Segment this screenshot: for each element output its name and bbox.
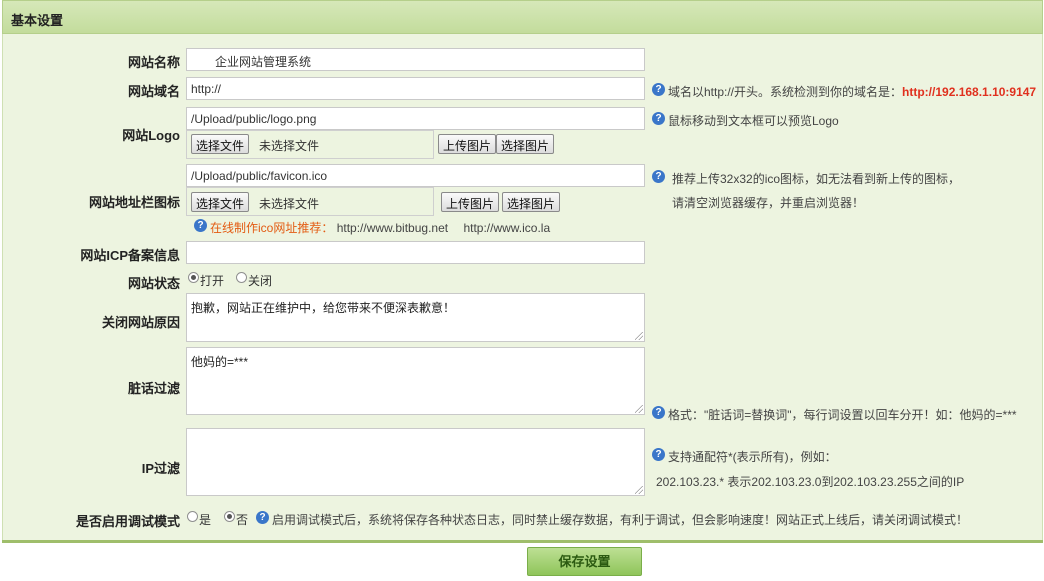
site-domain-input[interactable]: http:// [186,77,645,100]
favicon-choose-file-button[interactable]: 选择文件 [191,192,250,212]
bad-words-label: 脏话过滤 [127,381,180,396]
logo-upload-button[interactable]: 上传图片 [438,134,497,154]
help-icon: ? [194,219,207,232]
ip-filter-textarea[interactable] [186,428,645,496]
logo-label: 网站Logo [122,128,180,143]
help-icon: ? [652,448,665,461]
debug-no-radio[interactable] [224,511,235,522]
ico-link-bitbug[interactable]: http://www.bitbug.net [337,221,448,235]
debug-no-label: 否 [236,513,249,527]
bad-words-text: 他妈的=*** [191,355,249,369]
favicon-upload-button[interactable]: 上传图片 [441,192,500,212]
debug-yes-label: 是 [199,513,212,527]
ip-tip-line1: 支持通配符*(表示所有)，例如： [668,450,837,464]
favicon-tip-line1: 推荐上传32x32的ico图标，如无法看到新上传的图标， [672,172,961,186]
help-icon: ? [652,170,665,183]
resize-handle[interactable] [635,405,643,413]
icp-input[interactable] [186,241,645,264]
status-label: 网站状态 [127,276,180,291]
domain-tip: 域名以http://开头。系统检测到你的域名是：http://192.168.1… [668,83,1036,100]
debug-yes-radio[interactable] [187,511,198,522]
favicon-no-file-text: 未选择文件 [259,197,320,211]
status-closed-radio[interactable] [236,272,247,283]
detected-domain: http://192.168.1.10:9147 [902,85,1037,99]
logo-select-button[interactable]: 选择图片 [496,134,555,154]
logo-no-file-text: 未选择文件 [259,139,320,153]
favicon-tip-line2: 请清空浏览器缓存，并重启浏览器！ [672,196,865,210]
bad-words-textarea[interactable]: 他妈的=*** [186,347,645,415]
logo-choose-file-button[interactable]: 选择文件 [191,134,250,154]
status-open-radio[interactable] [188,272,199,283]
domain-tip-text: 域名以http://开头。系统检测到你的域名是： [668,85,903,99]
icp-label: 网站ICP备案信息 [80,248,180,263]
help-icon: ? [652,83,665,96]
favicon-file-input[interactable]: 选择文件 未选择文件 [186,187,434,216]
resize-handle[interactable] [635,486,643,494]
panel-bottom-border [2,540,1043,543]
save-settings-button[interactable]: 保存设置 [527,547,642,576]
status-open-label: 打开 [200,274,225,288]
bad-words-tip: 格式："脏话词=替换词"，每行词设置以回车分开！如：他妈的=*** [668,408,1017,422]
favicon-label: 网站地址栏图标 [88,195,180,210]
close-reason-textarea[interactable]: 抱歉，网站正在维护中，给您带来不便深表歉意！ [186,293,645,342]
debug-label: 是否启用调试模式 [75,514,180,529]
site-domain-label: 网站域名 [127,84,180,99]
resize-handle[interactable] [635,332,643,340]
ico-recommend-tip: 在线制作ico网址推荐： http://www.bitbug.net http:… [210,219,550,236]
favicon-path-input[interactable]: /Upload/public/favicon.ico [186,164,645,187]
debug-tip: 启用调试模式后，系统将保存各种状态日志，同时禁止缓存数据，有利于调试，但会影响速… [272,513,969,527]
logo-file-input[interactable]: 选择文件 未选择文件 [186,130,434,159]
close-reason-text: 抱歉，网站正在维护中，给您带来不便深表歉意！ [191,301,456,315]
settings-header: 基本设置 [2,0,1043,34]
site-name-label: 网站名称 [127,55,180,70]
ico-link-icola[interactable]: http://www.ico.la [463,221,550,235]
ico-recommend-text: 在线制作ico网址推荐： [210,221,334,235]
site-name-input[interactable]: 企业网站管理系统 [186,48,645,71]
help-icon: ? [652,406,665,419]
ip-filter-label: IP过滤 [141,461,180,476]
header-title: 基本设置 [11,13,64,28]
help-icon: ? [652,112,665,125]
close-reason-label: 关闭网站原因 [101,315,180,330]
logo-tip: 鼠标移动到文本框可以预览Logo [668,114,839,128]
status-closed-label: 关闭 [248,274,273,288]
help-icon: ? [256,511,269,524]
logo-path-input[interactable]: /Upload/public/logo.png [186,107,645,130]
ip-tip-line2: 202.103.23.* 表示202.103.23.0到202.103.23.2… [656,475,965,489]
favicon-select-button[interactable]: 选择图片 [502,192,561,212]
